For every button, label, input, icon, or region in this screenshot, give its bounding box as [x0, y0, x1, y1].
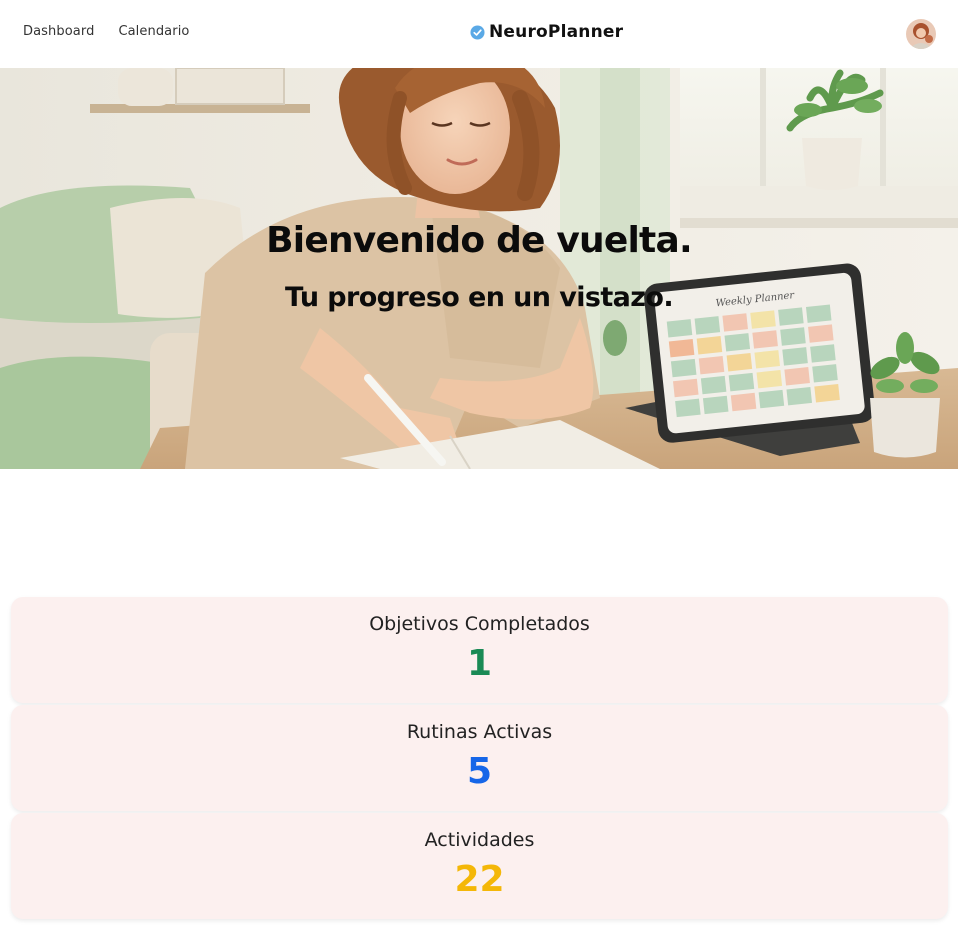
hero-illustration: Weekly Planner	[0, 68, 958, 469]
stat-label: Actividades	[424, 829, 535, 851]
brand-logo[interactable]: NeuroPlanner	[470, 22, 623, 42]
verified-check-icon	[470, 24, 485, 40]
stats-list: Objetivos Completados 1 Rutinas Activas …	[11, 597, 948, 921]
hero-title: Bienvenido de vuelta.	[266, 220, 692, 261]
user-avatar[interactable]	[906, 19, 936, 49]
hero-subtitle: Tu progreso en un vistazo.	[285, 282, 674, 313]
stat-label: Rutinas Activas	[406, 721, 553, 743]
top-navbar: Dashboard Calendario NeuroPlanner	[0, 0, 958, 68]
brand-name: NeuroPlanner	[489, 22, 624, 42]
stat-value: 5	[466, 751, 493, 792]
stat-label: Objetivos Completados	[369, 613, 590, 635]
stat-card-objetivos: Objetivos Completados 1	[11, 597, 948, 703]
hero-banner: Weekly Planner Bienvenido de vuelta. Tu …	[0, 68, 958, 469]
nav-link-calendario[interactable]: Calendario	[118, 24, 189, 39]
stat-value: 1	[466, 643, 493, 684]
nav-links: Dashboard Calendario	[23, 24, 189, 39]
nav-link-dashboard[interactable]: Dashboard	[23, 24, 94, 39]
stat-card-actividades: Actividades 22	[11, 813, 948, 919]
stat-card-rutinas: Rutinas Activas 5	[11, 705, 948, 811]
stat-value: 22	[454, 859, 505, 900]
